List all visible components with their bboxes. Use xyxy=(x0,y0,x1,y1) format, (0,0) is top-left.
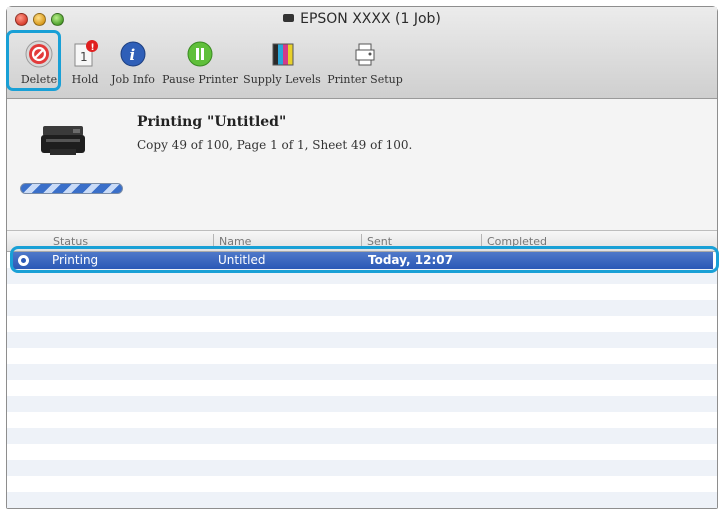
status-pane xyxy=(7,99,717,231)
svg-text:!: ! xyxy=(91,43,95,53)
job-status-detail: Copy 49 of 100, Page 1 of 1, Sheet 49 of… xyxy=(137,138,413,152)
delete-highlight-frame xyxy=(6,30,61,91)
ink-levels-icon xyxy=(272,43,294,66)
supply-levels-button[interactable]: Supply Levels xyxy=(243,33,321,91)
supply-levels-label: Supply Levels xyxy=(243,73,321,86)
svg-text:1: 1 xyxy=(80,50,88,64)
window-title: EPSON XXXX (1 Job) xyxy=(7,11,717,27)
svg-text:i: i xyxy=(130,46,136,64)
job-row-highlight-frame xyxy=(10,246,719,273)
printer-setup-label: Printer Setup xyxy=(327,73,403,86)
printer-setup-icon xyxy=(355,43,375,66)
job-list xyxy=(7,252,717,508)
job-info-button[interactable]: i Job Info xyxy=(107,33,159,91)
job-info-label: Job Info xyxy=(111,73,155,86)
printer-icon xyxy=(41,126,85,155)
pause-icon xyxy=(187,41,213,67)
printer-small-icon xyxy=(283,14,295,22)
hold-label: Hold xyxy=(71,73,99,86)
job-status-title: Printing "Untitled" xyxy=(137,114,287,130)
info-icon: i xyxy=(120,41,146,67)
hold-icon: 1 ! xyxy=(74,40,98,67)
pause-printer-button[interactable]: Pause Printer xyxy=(161,33,239,91)
printer-setup-button[interactable]: Printer Setup xyxy=(325,33,405,91)
toolbar: Delete 1 ! Hold i Job Info Pause Printer… xyxy=(7,33,717,93)
job-progress-bar xyxy=(20,183,123,194)
pause-printer-label: Pause Printer xyxy=(162,73,238,86)
title-bar: EPSON XXXX (1 Job) Delete 1 ! Hold i Job… xyxy=(7,7,717,99)
hold-button[interactable]: 1 ! Hold xyxy=(66,33,104,91)
window-title-text: EPSON XXXX (1 Job) xyxy=(300,11,441,27)
